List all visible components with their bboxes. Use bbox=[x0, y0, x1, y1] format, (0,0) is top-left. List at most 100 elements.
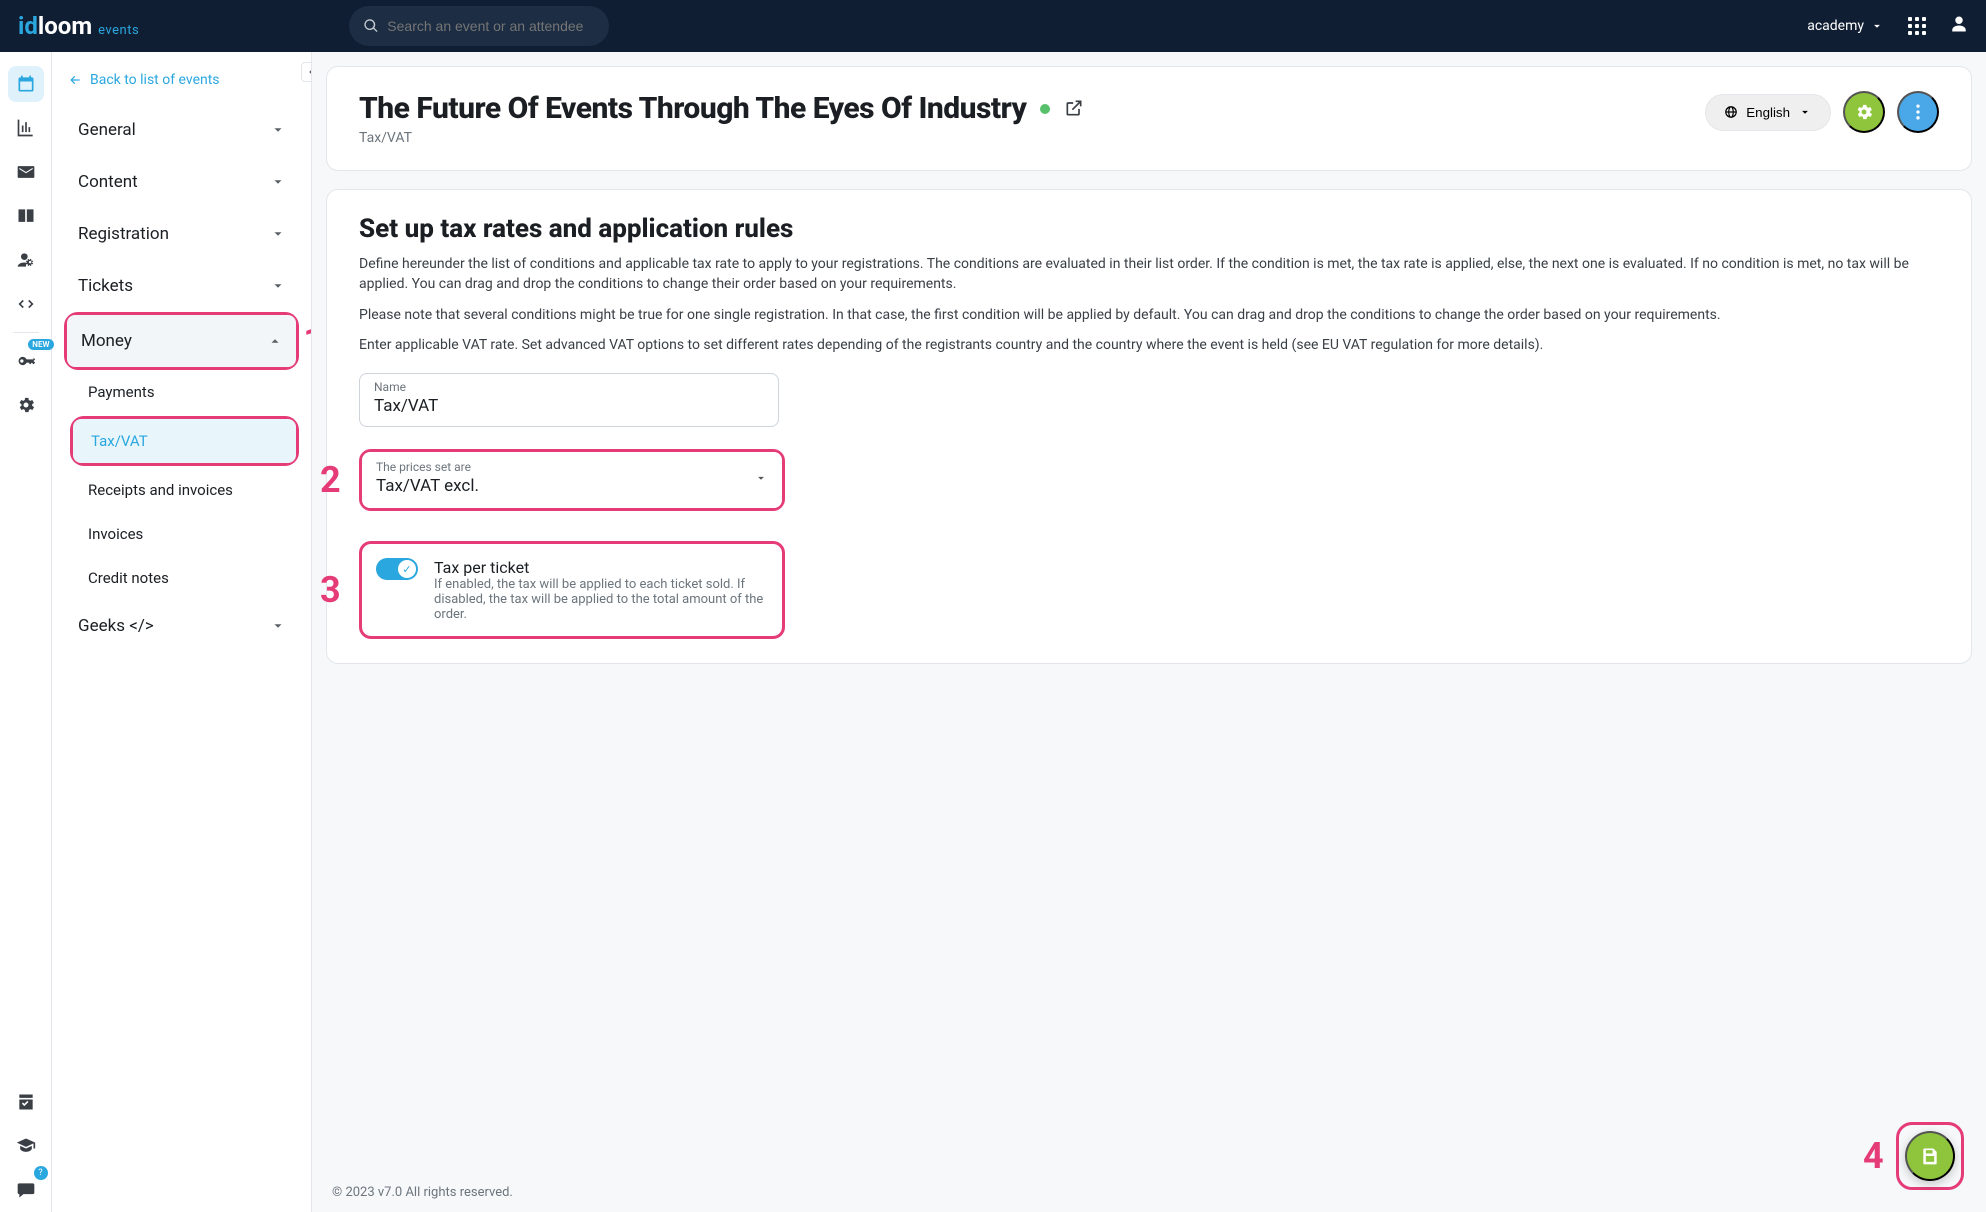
back-to-events-link[interactable]: Back to list of events bbox=[60, 62, 303, 104]
section-desc-2: Please note that several conditions migh… bbox=[359, 305, 1939, 325]
save-icon bbox=[1920, 1146, 1940, 1166]
tax-settings-card: Set up tax rates and application rules D… bbox=[326, 189, 1972, 664]
rail-people[interactable] bbox=[8, 242, 44, 278]
tax-per-ticket-toggle[interactable] bbox=[376, 558, 418, 580]
collapse-menu-button[interactable] bbox=[301, 62, 312, 82]
menu-registration[interactable]: Registration bbox=[64, 208, 299, 260]
prices-set-select[interactable]: The prices set are Tax/VAT excl. bbox=[362, 452, 782, 508]
brand-id: id bbox=[18, 12, 38, 40]
page-breadcrumb: Tax/VAT bbox=[359, 130, 1084, 146]
rail-analytics[interactable] bbox=[8, 110, 44, 146]
globe-icon bbox=[1724, 105, 1738, 119]
search-input[interactable] bbox=[387, 18, 595, 34]
status-dot-live bbox=[1040, 104, 1050, 114]
topbar: idloom events academy bbox=[0, 0, 1986, 52]
rail-code[interactable] bbox=[8, 286, 44, 322]
rail-settings[interactable] bbox=[8, 387, 44, 423]
chart-icon bbox=[16, 118, 36, 138]
icon-rail: NEW ? bbox=[0, 52, 52, 1212]
prices-set-label: The prices set are bbox=[376, 460, 754, 474]
back-link-label: Back to list of events bbox=[90, 72, 220, 88]
submenu-payments[interactable]: Payments bbox=[70, 370, 299, 414]
tax-name-value: Tax/VAT bbox=[374, 396, 764, 416]
rail-academy[interactable] bbox=[8, 1128, 44, 1164]
menu-general-label: General bbox=[78, 120, 136, 140]
rail-api-keys[interactable]: NEW bbox=[8, 343, 44, 379]
tax-name-label: Name bbox=[374, 380, 764, 394]
gear-icon bbox=[16, 395, 36, 415]
chevron-down-icon bbox=[271, 227, 285, 241]
open-event-link[interactable] bbox=[1064, 91, 1084, 126]
event-more-button[interactable] bbox=[1897, 91, 1939, 133]
new-badge: NEW bbox=[28, 339, 53, 350]
chevron-down-icon bbox=[271, 279, 285, 293]
save-button[interactable] bbox=[1905, 1131, 1955, 1181]
page-header: The Future Of Events Through The Eyes Of… bbox=[326, 66, 1972, 171]
dots-vertical-icon bbox=[1908, 102, 1928, 122]
caret-down-icon bbox=[1870, 19, 1884, 33]
annotation-3-number: 3 bbox=[320, 569, 341, 611]
brand-loom: loom bbox=[38, 12, 92, 40]
key-icon bbox=[16, 351, 36, 371]
caret-down-icon bbox=[754, 471, 768, 485]
tax-name-field[interactable]: Name Tax/VAT bbox=[359, 373, 779, 427]
annotation-1: Money 1 bbox=[64, 312, 299, 370]
menu-money[interactable]: Money bbox=[67, 315, 296, 367]
footer-copyright: © 2023 v7.0 All rights reserved. bbox=[332, 1185, 513, 1200]
annotation-2: 2 The prices set are Tax/VAT excl. bbox=[359, 449, 785, 511]
submenu-invoices[interactable]: Invoices bbox=[70, 512, 299, 556]
toggle-title: Tax per ticket bbox=[434, 558, 768, 577]
submenu-taxvat[interactable]: Tax/VAT bbox=[73, 419, 296, 463]
menu-general[interactable]: General bbox=[64, 104, 299, 156]
menu-geeks-label: Geeks </> bbox=[78, 616, 154, 636]
help-badge: ? bbox=[34, 1166, 48, 1180]
menu-content[interactable]: Content bbox=[64, 156, 299, 208]
apps-button[interactable] bbox=[1908, 17, 1926, 35]
people-gear-icon bbox=[16, 250, 36, 270]
book-icon bbox=[16, 206, 36, 226]
code-icon bbox=[16, 294, 36, 314]
submenu-receipts[interactable]: Receipts and invoices bbox=[70, 468, 299, 512]
account-switcher[interactable]: academy bbox=[1807, 18, 1884, 34]
global-search[interactable] bbox=[349, 6, 609, 46]
graduation-icon bbox=[16, 1136, 36, 1156]
mail-icon bbox=[16, 162, 36, 182]
chevron-down-icon bbox=[271, 175, 285, 189]
menu-tickets-label: Tickets bbox=[78, 276, 133, 296]
profile-button[interactable] bbox=[1950, 15, 1968, 37]
rail-tasks[interactable] bbox=[8, 1084, 44, 1120]
language-label: English bbox=[1746, 105, 1790, 120]
prices-set-value: Tax/VAT excl. bbox=[376, 476, 754, 496]
account-name: academy bbox=[1807, 18, 1864, 34]
chevron-left-icon bbox=[304, 65, 312, 79]
checklist-icon bbox=[16, 1092, 36, 1112]
submenu-credit[interactable]: Credit notes bbox=[70, 556, 299, 600]
gear-icon bbox=[1854, 102, 1874, 122]
caret-down-icon bbox=[1798, 105, 1812, 119]
annotation-2-number: 2 bbox=[320, 459, 341, 501]
chevron-down-icon bbox=[271, 123, 285, 137]
section-desc-1: Define hereunder the list of conditions … bbox=[359, 254, 1939, 295]
user-icon bbox=[1950, 15, 1968, 33]
main-content: The Future Of Events Through The Eyes Of… bbox=[312, 52, 1986, 1212]
calendar-icon bbox=[16, 74, 36, 94]
section-heading: Set up tax rates and application rules bbox=[359, 214, 1939, 244]
chevron-down-icon bbox=[271, 619, 285, 633]
apps-grid-icon bbox=[1908, 17, 1926, 35]
section-desc-3: Enter applicable VAT rate. Set advanced … bbox=[359, 335, 1939, 355]
menu-geeks[interactable]: Geeks </> bbox=[64, 600, 299, 652]
language-select[interactable]: English bbox=[1705, 94, 1831, 131]
chat-icon bbox=[16, 1180, 36, 1200]
event-settings-button[interactable] bbox=[1843, 91, 1885, 133]
rail-mail[interactable] bbox=[8, 154, 44, 190]
brand-logo[interactable]: idloom events bbox=[18, 12, 139, 40]
rail-events[interactable] bbox=[8, 66, 44, 102]
left-menu: Back to list of events General Content R… bbox=[52, 52, 312, 1212]
toggle-description: If enabled, the tax will be applied to e… bbox=[434, 577, 768, 622]
menu-tickets[interactable]: Tickets bbox=[64, 260, 299, 312]
arrow-left-icon bbox=[68, 73, 82, 87]
rail-help[interactable]: ? bbox=[8, 1172, 44, 1208]
page-title-row: The Future Of Events Through The Eyes Of… bbox=[359, 91, 1084, 126]
menu-content-label: Content bbox=[78, 172, 138, 192]
rail-docs[interactable] bbox=[8, 198, 44, 234]
